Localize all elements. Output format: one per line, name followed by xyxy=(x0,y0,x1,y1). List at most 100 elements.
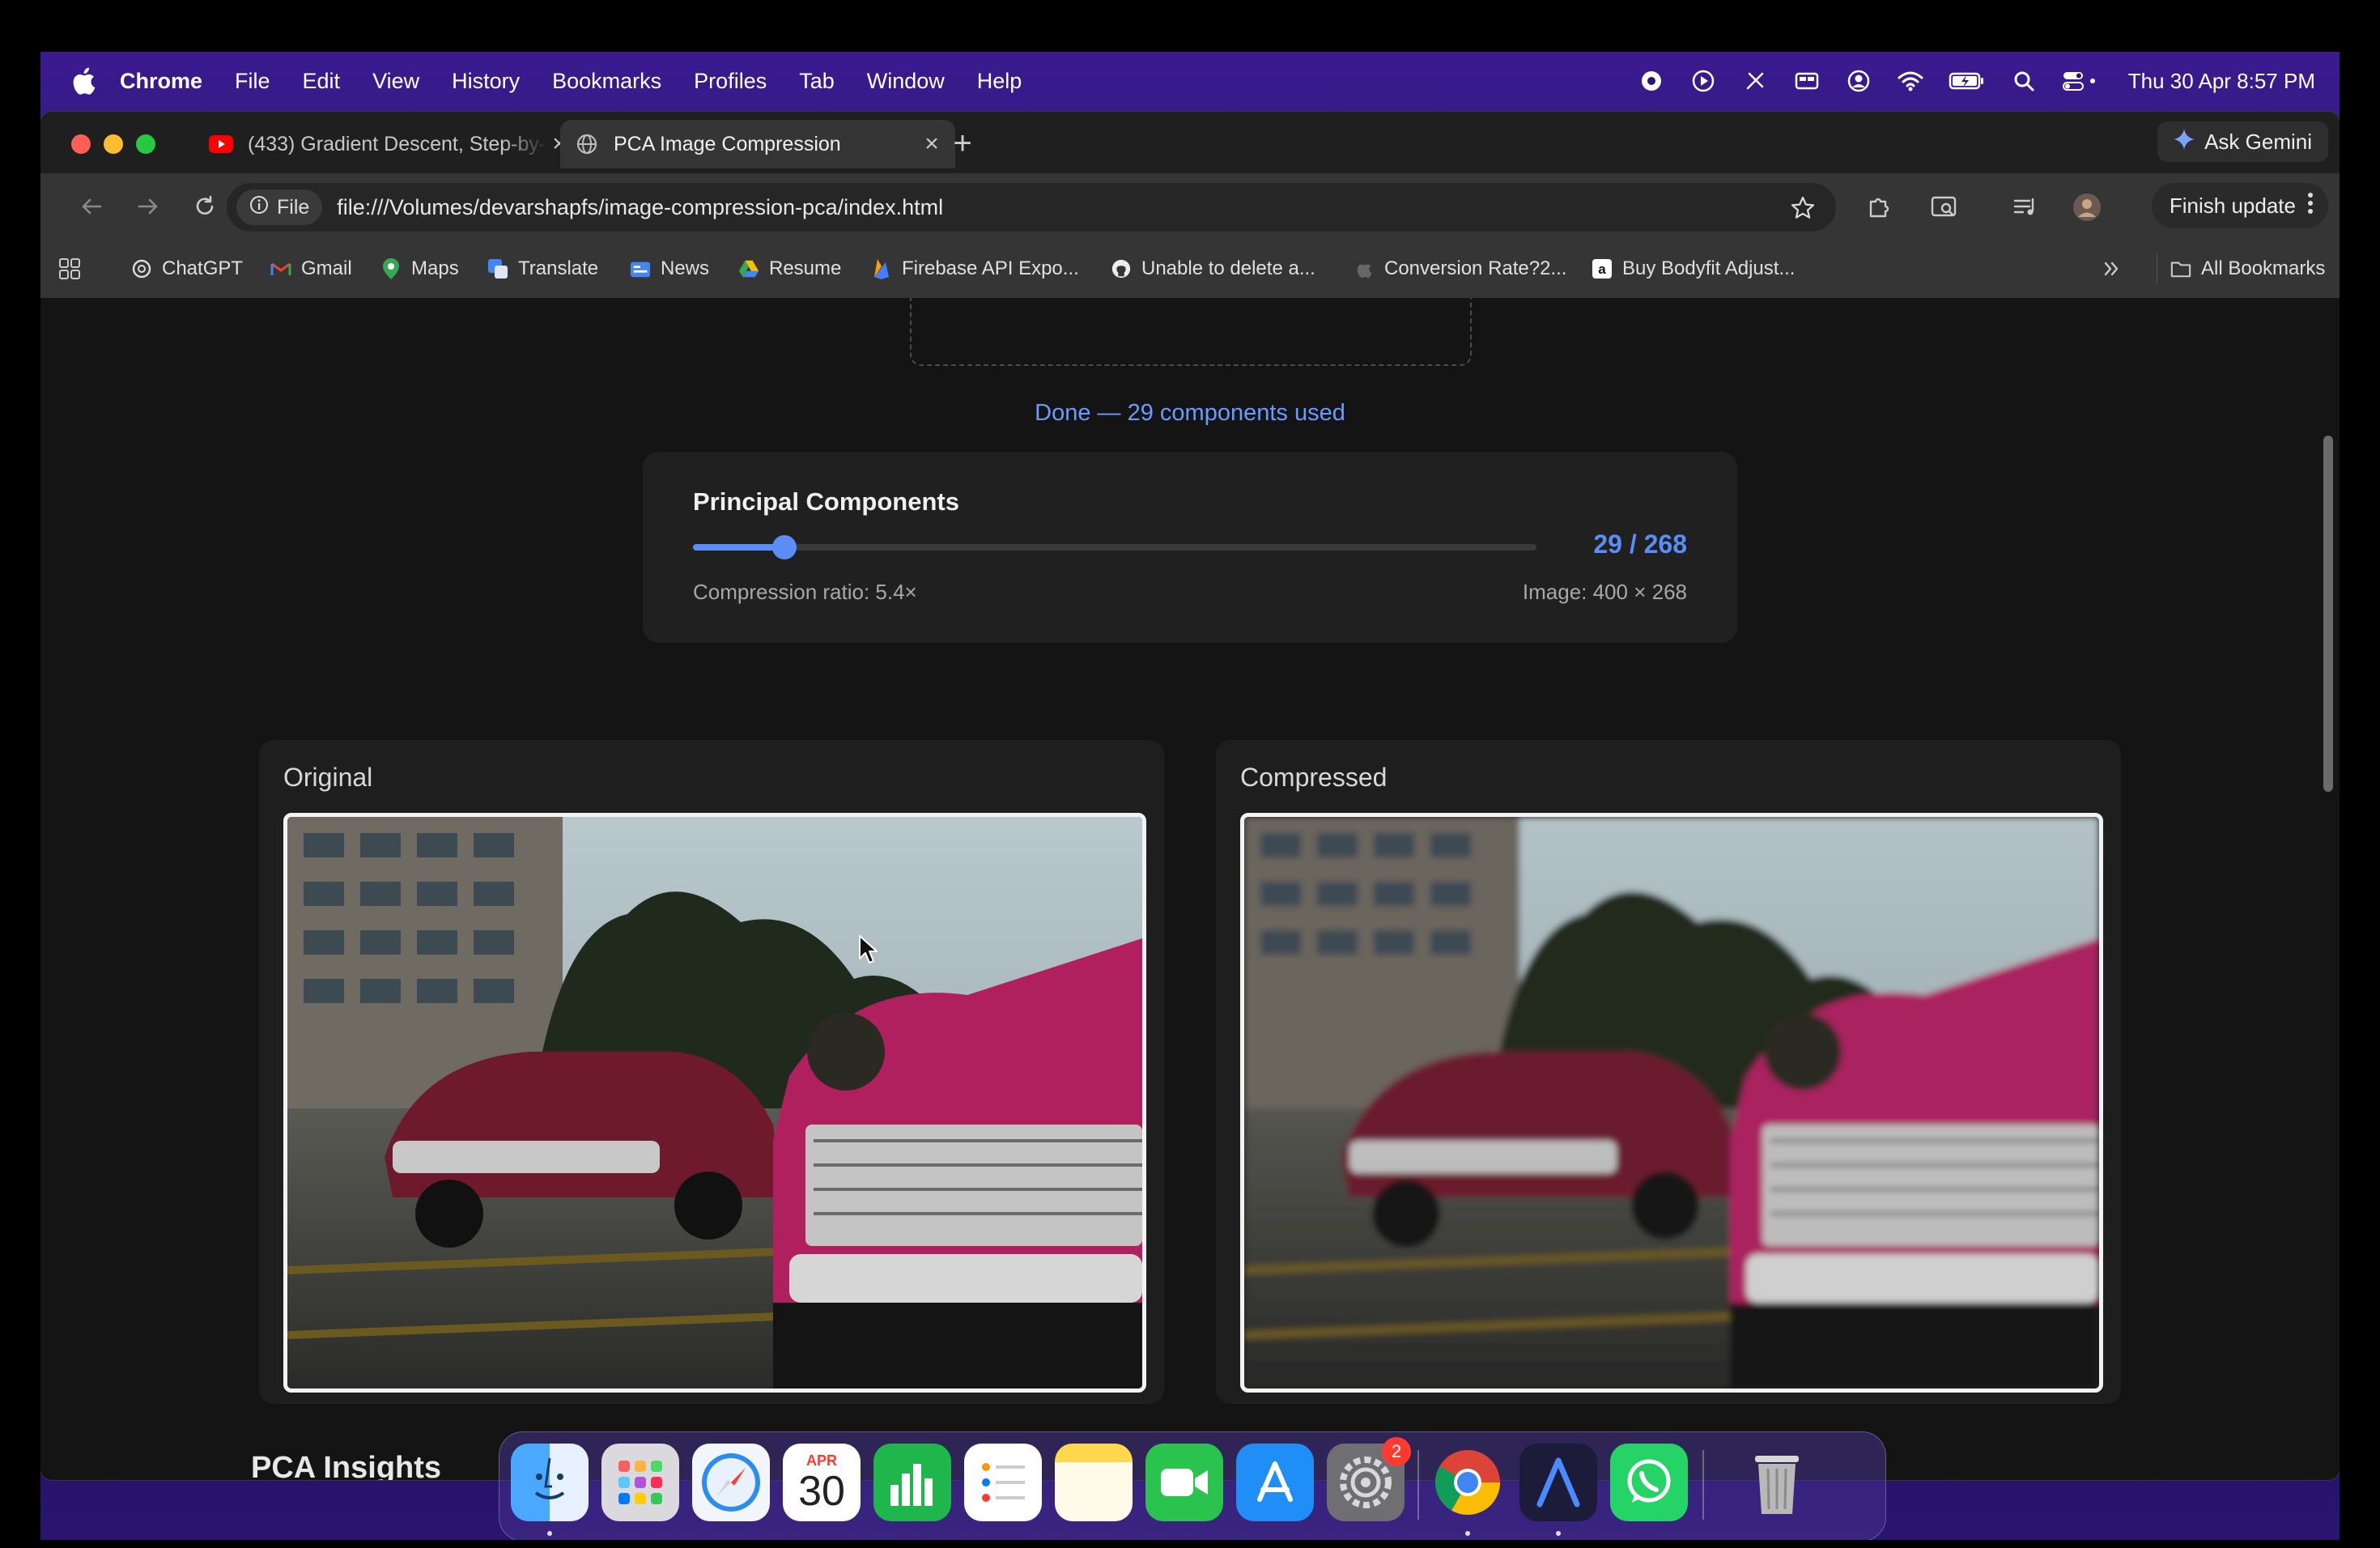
pca-insights-heading: PCA Insights xyxy=(251,1451,442,1480)
tab-strip: (433) Gradient Descent, Step-by-Step × P… xyxy=(40,112,2340,173)
dock-separator xyxy=(1702,1450,1704,1520)
bookmark-maps[interactable]: Maps xyxy=(380,254,459,283)
all-bookmarks-button[interactable]: All Bookmarks xyxy=(2157,254,2325,283)
user-account-icon[interactable] xyxy=(1845,67,1872,95)
tab-search-icon[interactable] xyxy=(1928,191,1961,223)
new-tab-button[interactable]: + xyxy=(942,123,983,164)
components-slider[interactable] xyxy=(693,535,1536,559)
menu-file[interactable]: File xyxy=(235,69,270,94)
more-bookmarks-chevron-icon[interactable] xyxy=(2102,254,2123,283)
dock-finder-icon[interactable] xyxy=(511,1444,589,1521)
extensions-icon[interactable] xyxy=(1864,191,1896,223)
bookmark-chatgpt[interactable]: ChatGPT xyxy=(131,254,243,283)
tab-pca-image-compression[interactable]: PCA Image Compression × xyxy=(560,120,955,168)
tab-youtube[interactable]: (433) Gradient Descent, Step-by-Step × xyxy=(194,120,583,168)
dock-trash-icon[interactable] xyxy=(1738,1444,1816,1521)
battery-icon[interactable] xyxy=(1949,67,1986,95)
back-arrow-icon[interactable] xyxy=(74,189,108,223)
ask-gemini-button[interactable]: Ask Gemini xyxy=(2157,121,2328,162)
close-tab-icon[interactable]: × xyxy=(920,130,944,157)
bookmark-firebase[interactable]: Firebase API Expo... xyxy=(871,254,1079,283)
scrollbar-thumb[interactable] xyxy=(2323,436,2333,792)
forward-arrow-icon[interactable] xyxy=(131,189,165,223)
screen: Chrome File Edit View History Bookmarks … xyxy=(40,52,2340,1540)
dock-instruments-icon[interactable] xyxy=(1519,1444,1597,1521)
dock-calendar-icon[interactable]: APR 30 xyxy=(783,1444,861,1521)
zoom-window-button[interactable] xyxy=(136,134,155,154)
bookmark-gmail[interactable]: Gmail xyxy=(270,254,352,283)
menu-app-name[interactable]: Chrome xyxy=(120,69,202,94)
dock-facetime-icon[interactable] xyxy=(1145,1444,1223,1521)
bookmark-label: Conversion Rate?2... xyxy=(1384,257,1567,279)
profile-avatar-icon[interactable] xyxy=(2071,191,2103,223)
dock-safari-icon[interactable] xyxy=(692,1444,770,1521)
slider-value: 29 / 268 xyxy=(1593,529,1687,559)
compressed-image xyxy=(1240,813,2103,1393)
tools-icon[interactable] xyxy=(1741,67,1769,95)
dock-running-dot xyxy=(1465,1531,1470,1536)
slider-thumb[interactable] xyxy=(771,535,797,559)
play-icon[interactable] xyxy=(1689,67,1717,95)
bookmark-label: Unable to delete a... xyxy=(1141,257,1315,279)
dock-notes-icon[interactable] xyxy=(1055,1444,1133,1521)
menu-edit[interactable]: Edit xyxy=(303,69,341,94)
menu-history[interactable]: History xyxy=(452,69,520,94)
wifi-icon[interactable] xyxy=(1897,67,1924,95)
control-center-icon[interactable] xyxy=(2062,67,2099,95)
dock-chrome-icon[interactable] xyxy=(1429,1444,1507,1521)
spotlight-search-icon[interactable] xyxy=(2010,67,2038,95)
menu-view[interactable]: View xyxy=(372,69,419,94)
screen-record-icon[interactable] xyxy=(1638,67,1665,95)
firebase-icon xyxy=(871,258,892,279)
apple-menu-icon[interactable] xyxy=(71,65,100,97)
image-dimensions: Image: 400 × 268 xyxy=(1522,580,1687,604)
display-icon[interactable] xyxy=(1793,67,1821,95)
dock-reminders-icon[interactable] xyxy=(964,1444,1042,1521)
ask-gemini-label: Ask Gemini xyxy=(2204,129,2312,154)
address-bar[interactable]: File file:///Volumes/devarshapfs/image-c… xyxy=(227,183,1836,232)
dock: APR 30 2 xyxy=(499,1431,1886,1540)
page-scrollbar[interactable] xyxy=(2315,298,2340,1480)
dock-numbers-icon[interactable] xyxy=(873,1444,951,1521)
dock-launchpad-icon[interactable] xyxy=(601,1444,679,1521)
all-bookmarks-label: All Bookmarks xyxy=(2201,257,2326,279)
menu-help[interactable]: Help xyxy=(977,69,1022,94)
dock-running-dot xyxy=(547,1531,552,1536)
close-window-button[interactable] xyxy=(71,134,91,154)
url-text[interactable]: file:///Volumes/devarshapfs/image-compre… xyxy=(337,195,943,220)
translate-icon xyxy=(487,258,508,279)
menu-clock[interactable]: Thu 30 Apr 8:57 PM xyxy=(2128,69,2315,94)
dock-whatsapp-icon[interactable] xyxy=(1610,1444,1688,1521)
finish-update-button[interactable]: Finish update xyxy=(2151,183,2328,228)
maps-icon xyxy=(380,258,402,279)
bookmark-label: Translate xyxy=(518,257,599,279)
bookmark-news[interactable]: News xyxy=(630,254,709,283)
status-message: Done — 29 components used xyxy=(1035,400,1345,426)
image-upload-dropzone[interactable] xyxy=(910,298,1472,366)
reload-icon[interactable] xyxy=(188,189,222,223)
menu-profiles[interactable]: Profiles xyxy=(694,69,767,94)
tab-label: (433) Gradient Descent, Step-by-Step xyxy=(248,132,547,155)
dock-app-store-icon[interactable] xyxy=(1236,1444,1314,1521)
site-info-chip[interactable]: File xyxy=(236,189,323,225)
bookmark-translate[interactable]: Translate xyxy=(487,254,598,283)
menu-tab[interactable]: Tab xyxy=(799,69,835,94)
bookmark-github[interactable]: Unable to delete a... xyxy=(1111,254,1315,283)
menu-bookmarks[interactable]: Bookmarks xyxy=(552,69,661,94)
bookmark-star-icon[interactable] xyxy=(1789,194,1817,222)
youtube-icon xyxy=(209,132,233,156)
menu-window[interactable]: Window xyxy=(867,69,945,94)
bookmark-resume[interactable]: Resume xyxy=(738,254,841,283)
apps-grid-icon[interactable] xyxy=(58,254,81,283)
minimize-window-button[interactable] xyxy=(104,134,123,154)
slider-fill xyxy=(693,544,784,551)
original-image-card: Original xyxy=(259,740,1164,1404)
dock-system-settings-icon[interactable]: 2 xyxy=(1327,1437,1411,1521)
site-info-label: File xyxy=(277,195,310,219)
notification-badge: 2 xyxy=(1382,1437,1411,1466)
bookmark-label: ChatGPT xyxy=(162,257,244,279)
media-controls-icon[interactable] xyxy=(2009,191,2042,223)
bookmark-amazon[interactable]: a Buy Bodyfit Adjust... xyxy=(1592,254,1795,283)
gmail-icon xyxy=(270,258,291,279)
bookmark-conversion-rate[interactable]: Conversion Rate?2... xyxy=(1354,254,1566,283)
